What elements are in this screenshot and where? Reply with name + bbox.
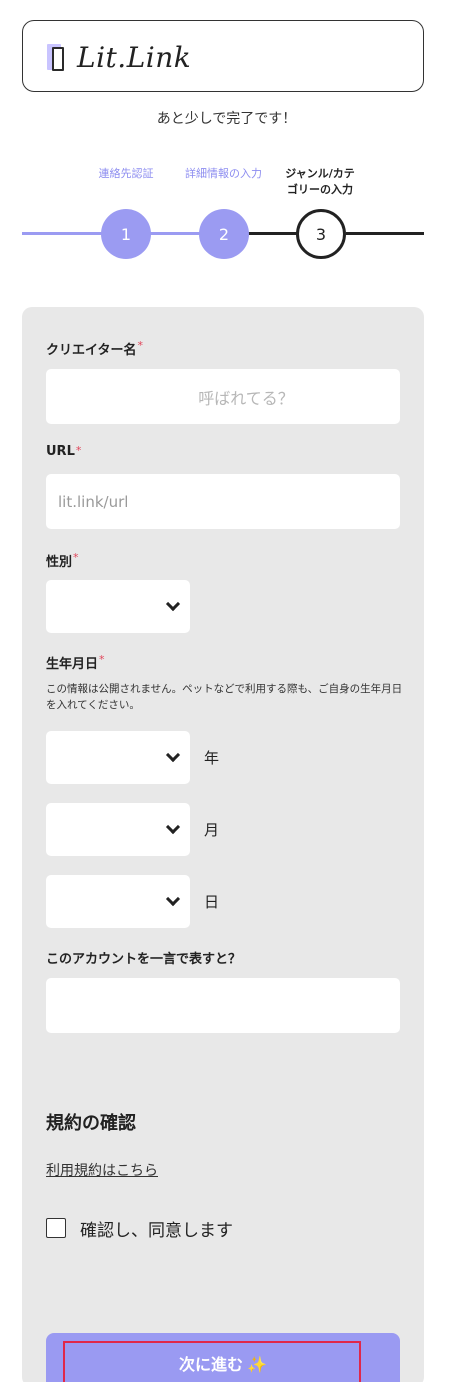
terms-link[interactable]: 利用規約はこちら: [46, 1160, 158, 1180]
step-label-1: 連絡先認証: [98, 167, 154, 180]
registration-form: クリエイター名* 呼ばれてる？ URL* lit.link/url 性別* 生年…: [22, 307, 424, 1382]
chevron-down-icon: [165, 596, 181, 612]
creator-name-input[interactable]: 呼ばれてる？: [46, 369, 400, 424]
progress-line-done-2: [150, 232, 200, 235]
birthday-label: 生年月日*: [46, 653, 105, 672]
step-circle-3: 3: [296, 209, 346, 259]
day-unit: 日: [204, 893, 220, 911]
birthday-note: この情報は公開されません。ペットなどで利用する際も、ご自身の生年月日を入れてくだ…: [46, 683, 403, 711]
progress-line-pending-2: [346, 232, 424, 235]
next-button-label: 次に進む ✨: [179, 1351, 267, 1375]
year-unit: 年: [204, 749, 220, 767]
required-mark: *: [99, 653, 105, 666]
logo-icon: [47, 43, 67, 72]
step-label-2: 詳細情報の入力: [185, 167, 262, 180]
step-label-3-line1: ジャンル/カテ: [285, 167, 355, 180]
chevron-down-icon: [165, 819, 181, 835]
birth-month-select[interactable]: [46, 803, 190, 856]
gender-label: 性別*: [46, 551, 79, 570]
chevron-down-icon: [165, 747, 181, 763]
logo[interactable]: Lit.Link: [47, 41, 191, 74]
url-placeholder: lit.link/url: [58, 492, 129, 511]
birth-day-select[interactable]: [46, 875, 190, 928]
next-button[interactable]: 次に進む ✨: [46, 1333, 400, 1382]
step-label-3: ジャンル/カテ ゴリーの入力: [272, 166, 368, 198]
sparkles-icon: ✨: [247, 1355, 267, 1374]
birthday-label-text: 生年月日: [46, 657, 99, 672]
step-circle-1: 1: [101, 209, 151, 259]
agree-checkbox[interactable]: [46, 1218, 66, 1238]
chevron-down-icon: [165, 891, 181, 907]
birth-year-select[interactable]: [46, 731, 190, 784]
month-unit: 月: [204, 821, 220, 839]
url-label-text: URL: [46, 444, 75, 459]
progress-line-pending: [248, 232, 298, 235]
creator-name-placeholder: 呼ばれてる？: [198, 388, 294, 408]
tagline-label: このアカウントを一言で表すと？: [46, 952, 242, 967]
required-mark: *: [137, 339, 143, 352]
creator-name-label: クリエイター名*: [46, 339, 143, 358]
step-circle-2: 2: [199, 209, 249, 259]
tagline-input[interactable]: [46, 978, 400, 1033]
header-card: Lit.Link: [22, 20, 424, 92]
agree-checkbox-label[interactable]: 確認し、同意します: [80, 1216, 233, 1241]
required-mark: *: [75, 444, 82, 457]
logo-text: Lit.Link: [77, 41, 192, 74]
url-input[interactable]: lit.link/url: [46, 474, 400, 529]
terms-section-title: 規約の確認: [46, 1113, 136, 1134]
required-mark: *: [73, 551, 79, 564]
gender-select[interactable]: [46, 580, 190, 633]
page-subtitle: あと少しで完了です！: [156, 111, 297, 127]
creator-name-label-text: クリエイター名: [46, 343, 137, 358]
next-button-text: 次に進む: [179, 1355, 244, 1374]
url-label: URL*: [46, 444, 81, 459]
progress-line-done: [22, 232, 102, 235]
gender-label-text: 性別: [46, 555, 73, 570]
step-label-3-line2: ゴリーの入力: [287, 183, 353, 196]
